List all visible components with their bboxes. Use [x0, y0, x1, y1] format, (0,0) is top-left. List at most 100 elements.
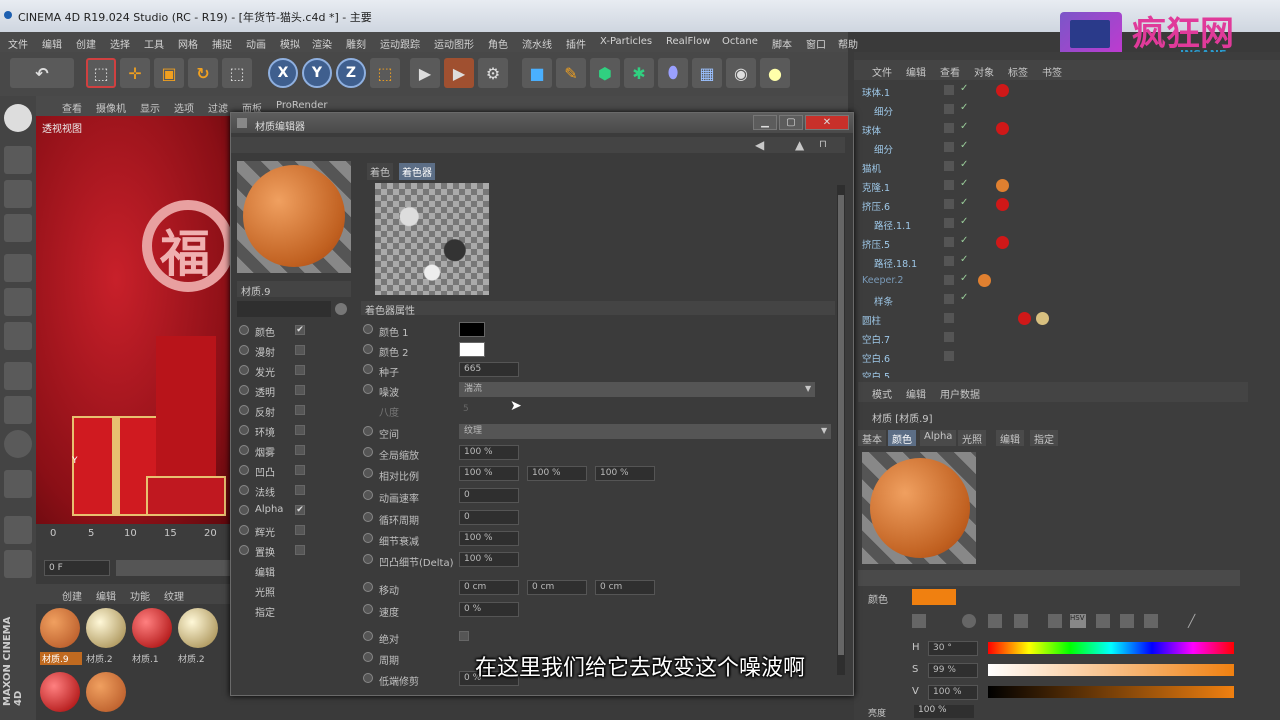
- om-menu-view[interactable]: 查看: [940, 64, 960, 79]
- attr-menu-userdata[interactable]: 用户数据: [940, 386, 980, 401]
- channel-item[interactable]: 辉光: [239, 521, 349, 539]
- material-tag[interactable]: [996, 198, 1009, 211]
- select-tool-button[interactable]: ⬚: [86, 58, 116, 88]
- grid-button[interactable]: [4, 516, 32, 544]
- material-menu-function[interactable]: 功能: [130, 588, 150, 603]
- material-item[interactable]: 材质.9: [40, 608, 82, 668]
- attr-tab-alpha[interactable]: Alpha: [920, 430, 957, 446]
- back-arrow-icon[interactable]: ◀: [755, 138, 764, 152]
- move-x-field[interactable]: 0 cm: [459, 580, 519, 595]
- material-menu-create[interactable]: 创建: [62, 588, 82, 603]
- channel-checkbox[interactable]: [295, 365, 305, 375]
- om-menu-edit[interactable]: 编辑: [906, 64, 926, 79]
- hue-field[interactable]: 30 °: [928, 641, 978, 656]
- menu-create[interactable]: 创建: [76, 36, 96, 51]
- enabled-check[interactable]: ✓: [960, 159, 968, 170]
- material-tag[interactable]: [978, 274, 991, 287]
- object-row[interactable]: 细分 ✓: [858, 139, 1242, 157]
- visibility-toggle[interactable]: [944, 199, 954, 209]
- menu-tools[interactable]: 工具: [144, 36, 164, 51]
- menu-script[interactable]: 脚本: [772, 36, 792, 51]
- render-picture-viewer-button[interactable]: ▶: [444, 58, 474, 88]
- tab-shader[interactable]: 着色器: [399, 163, 435, 180]
- bump-field[interactable]: 100 %: [459, 552, 519, 567]
- move-tool-button[interactable]: ✛: [120, 58, 150, 88]
- enabled-check[interactable]: ✓: [960, 140, 968, 151]
- points-mode-button[interactable]: [4, 254, 32, 282]
- object-row[interactable]: Keeper.2 ✓: [858, 272, 1242, 290]
- channel-item[interactable]: 透明: [239, 381, 349, 399]
- brightness-field[interactable]: 100 %: [914, 705, 974, 718]
- tweak-mode-button[interactable]: [4, 396, 32, 424]
- viewport-menu-prorender[interactable]: ProRender: [276, 100, 327, 111]
- enabled-check[interactable]: ✓: [960, 216, 968, 227]
- channel-checkbox[interactable]: [295, 425, 305, 435]
- channel-checkbox[interactable]: [295, 345, 305, 355]
- channel-checkbox[interactable]: [295, 465, 305, 475]
- value-field[interactable]: 100 %: [928, 685, 978, 700]
- attr-tab-illumination[interactable]: 光照: [958, 430, 986, 446]
- material-name-field[interactable]: 材质.9: [237, 281, 351, 298]
- channel-item[interactable]: 烟雾: [239, 441, 349, 459]
- enabled-check[interactable]: ✓: [960, 102, 968, 113]
- cloner-button[interactable]: ✱: [624, 58, 654, 88]
- visibility-toggle[interactable]: [944, 218, 954, 228]
- timeline[interactable]: 0 5 10 15 20: [36, 524, 236, 560]
- pen-button[interactable]: ✎: [556, 58, 586, 88]
- menu-mograph[interactable]: 运动图形: [434, 36, 474, 51]
- enabled-check[interactable]: ✓: [960, 197, 968, 208]
- object-row[interactable]: 样条 ✓: [858, 291, 1242, 309]
- object-row[interactable]: 空白.7: [858, 329, 1242, 347]
- channel-checkbox[interactable]: [295, 545, 305, 555]
- object-row[interactable]: 克隆.1 ✓: [858, 177, 1242, 195]
- attr-menu-mode[interactable]: 模式: [872, 386, 892, 401]
- object-row[interactable]: 细分 ✓: [858, 101, 1242, 119]
- rotate-tool-button[interactable]: ↻: [188, 58, 218, 88]
- menu-file[interactable]: 文件: [8, 36, 28, 51]
- menu-pipeline[interactable]: 流水线: [522, 36, 552, 51]
- seed-field[interactable]: 665: [459, 362, 519, 377]
- attr-color-swatch[interactable]: [912, 589, 956, 605]
- material-menu-edit[interactable]: 编辑: [96, 588, 116, 603]
- enabled-check[interactable]: ✓: [960, 235, 968, 246]
- attr-material-preview[interactable]: [862, 452, 976, 564]
- menu-realflow[interactable]: RealFlow: [666, 36, 710, 47]
- visibility-toggle[interactable]: [944, 275, 954, 285]
- image-icon[interactable]: [988, 614, 1002, 628]
- render-settings-button[interactable]: ⚙: [478, 58, 508, 88]
- channel-item[interactable]: 反射: [239, 401, 349, 419]
- deformer-button[interactable]: ⬮: [658, 58, 688, 88]
- menu-xparticles[interactable]: X-Particles: [600, 36, 652, 47]
- make-editable-button[interactable]: [4, 104, 32, 132]
- hsv-icon[interactable]: HSV: [1070, 614, 1086, 628]
- channel-item[interactable]: 凹凸: [239, 461, 349, 479]
- visibility-toggle[interactable]: [944, 351, 954, 361]
- menu-character[interactable]: 角色: [488, 36, 508, 51]
- axis-y-button[interactable]: Y: [302, 58, 332, 88]
- material-name-input[interactable]: [237, 301, 331, 317]
- dialog-titlebar[interactable]: 材质编辑器 ▁ ▢ ✕: [231, 113, 853, 133]
- material-tag[interactable]: [996, 236, 1009, 249]
- visibility-toggle[interactable]: [944, 161, 954, 171]
- channel-checkbox[interactable]: [295, 445, 305, 455]
- visibility-toggle[interactable]: [944, 85, 954, 95]
- render-view-button[interactable]: ▶: [410, 58, 440, 88]
- model-mode-button[interactable]: [4, 146, 32, 174]
- channel-item[interactable]: 颜色 ✔: [239, 321, 349, 339]
- menu-sculpt[interactable]: 雕刻: [346, 36, 366, 51]
- speed-field[interactable]: 0 %: [459, 602, 519, 617]
- kelvin-icon[interactable]: [1096, 614, 1110, 628]
- menu-mesh[interactable]: 网格: [178, 36, 198, 51]
- coordinate-system-button[interactable]: ⬚: [370, 58, 400, 88]
- channel-checkbox[interactable]: [295, 385, 305, 395]
- swatches-icon[interactable]: [1144, 614, 1158, 628]
- dialog-scrollbar[interactable]: [837, 185, 845, 675]
- channel-item[interactable]: 编辑: [239, 561, 349, 579]
- enabled-check[interactable]: ✓: [960, 292, 968, 303]
- menu-render[interactable]: 渲染: [312, 36, 332, 51]
- lock-workplane-button[interactable]: [4, 470, 32, 498]
- subdivision-button[interactable]: ⬢: [590, 58, 620, 88]
- enabled-check[interactable]: ✓: [960, 273, 968, 284]
- edges-mode-button[interactable]: [4, 288, 32, 316]
- anim-speed-field[interactable]: 0: [459, 488, 519, 503]
